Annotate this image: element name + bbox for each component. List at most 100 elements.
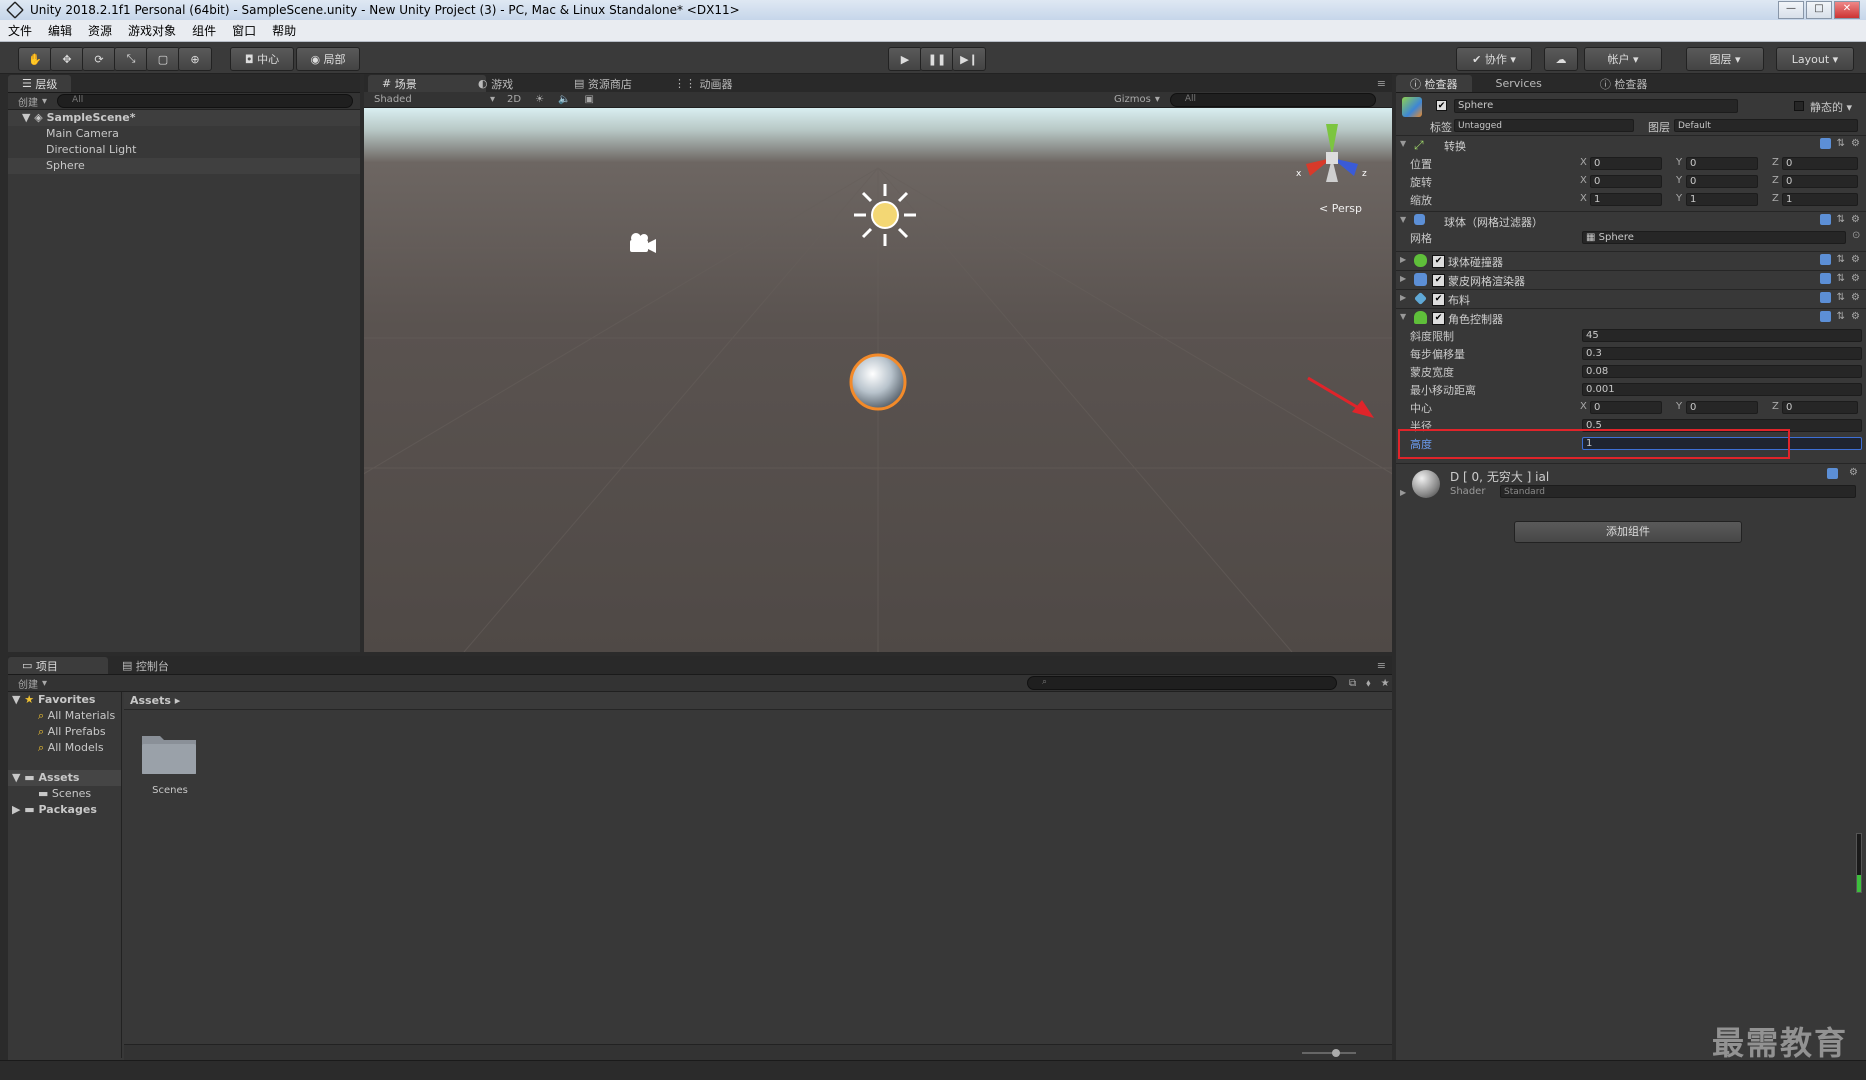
scale-z-field[interactable]: 1 [1782,193,1858,206]
tab-services[interactable]: Services [1482,75,1556,92]
position-x-field[interactable]: 0 [1590,157,1662,170]
packages-row[interactable]: ▶ ▬ Packages [8,802,121,818]
tab-project[interactable]: ▭ 项目 [8,657,108,674]
scale-tool-icon[interactable]: ⤡ [114,47,148,71]
panel-menu-icon[interactable]: ≡ [1377,77,1386,90]
scale-x-field[interactable]: 1 [1590,193,1662,206]
rect-tool-icon[interactable]: ▢ [146,47,180,71]
skinned-mesh-renderer-header[interactable]: ▶ ✔ 蒙皮网格渲染器 ⇅ ⚙ [1396,270,1866,289]
close-icon[interactable]: ✕ [1834,1,1860,19]
panel-menu-icon[interactable]: ≡ [1377,659,1386,672]
object-picker-icon[interactable]: ⊙ [1852,230,1860,241]
preset-icon[interactable]: ⇅ [1837,254,1845,265]
lighting-toggle-icon[interactable]: ☀ [535,94,544,105]
list-item[interactable]: ⌕ All Prefabs [8,724,121,740]
account-dropdown[interactable]: 帐户 ▾ [1584,47,1662,71]
gear-icon[interactable]: ⚙ [1849,467,1858,478]
help-book-icon[interactable] [1819,311,1831,322]
help-book-icon[interactable] [1819,273,1831,284]
list-item[interactable]: Directional Light [8,142,360,158]
shading-dropdown[interactable]: Shaded [374,94,484,105]
axis-gizmo[interactable]: x z [1292,118,1372,198]
directional-light-icon[interactable] [850,180,920,250]
breadcrumb[interactable]: Assets ▸ [124,692,1392,710]
object-name-input[interactable]: Sphere [1454,99,1738,113]
rotation-y-field[interactable]: 0 [1686,175,1758,188]
help-book-icon[interactable] [1819,254,1831,265]
move-tool-icon[interactable]: ✥ [50,47,84,71]
component-checkbox[interactable]: ✔ [1432,293,1445,306]
sphere-object[interactable] [846,350,910,414]
camera-icon[interactable] [626,232,658,256]
cloud-button[interactable]: ☁ [1544,47,1578,71]
tab-inspector[interactable]: ⓘ 检查器 [1396,75,1472,92]
menu-window[interactable]: 窗口 [224,22,264,39]
layers-dropdown[interactable]: 图层 ▾ [1686,47,1764,71]
help-book-icon[interactable] [1819,292,1831,303]
pivot-toggle-button[interactable]: ◘ 中心 [230,47,294,71]
help-book-icon[interactable] [1827,468,1838,482]
preset-icon[interactable]: ⇅ [1837,292,1845,303]
sphere-collider-header[interactable]: ▶ ✔ 球体碰撞器 ⇅ ⚙ [1396,251,1866,270]
maximize-icon[interactable]: □ [1806,1,1832,19]
component-checkbox[interactable]: ✔ [1432,312,1445,325]
favorites-row[interactable]: ▼ ★ Favorites [8,692,121,708]
component-checkbox[interactable]: ✔ [1432,274,1445,287]
mesh-filter-header[interactable]: ▼ 球体（网格过滤器） ⇅ ⚙ [1396,211,1866,230]
create-dropdown[interactable]: 创建 [8,676,38,691]
rotate-tool-icon[interactable]: ⟳ [82,47,116,71]
tab-inspector-2[interactable]: ⓘ 检查器 [1586,75,1662,92]
list-item[interactable]: Sphere [8,158,360,174]
assets-row[interactable]: ▼ ▬ Assets [8,770,121,786]
tab-asset-store[interactable]: ▤ 资源商店 [560,75,646,92]
play-button[interactable]: ▶ [888,47,922,71]
scene-search-input[interactable]: All [1169,92,1376,107]
menu-file[interactable]: 文件 [0,22,40,39]
center-x-field[interactable]: 0 [1590,401,1662,414]
minimize-icon[interactable]: — [1778,1,1804,19]
folder-item[interactable]: Scenes [140,728,200,804]
icon-size-slider[interactable] [1302,1049,1356,1057]
cloth-header[interactable]: ▶ ✔ 布料 ⇅ ⚙ [1396,289,1866,308]
gear-icon[interactable]: ⚙ [1851,254,1860,265]
list-item[interactable]: ⌕ All Models [8,740,121,756]
list-item[interactable]: Main Camera [8,126,360,142]
shader-dropdown[interactable]: Standard [1500,485,1856,498]
menu-help[interactable]: 帮助 [264,22,304,39]
static-checkbox[interactable] [1794,101,1804,111]
menu-component[interactable]: 组件 [184,22,224,39]
preset-icon[interactable]: ⇅ [1837,138,1845,149]
gear-icon[interactable]: ⚙ [1851,292,1860,303]
filter-type-icon[interactable]: ⧉ [1349,678,1356,689]
effects-toggle-icon[interactable]: ▣ [585,94,594,105]
tab-console[interactable]: ▤ 控制台 [108,657,183,674]
space-toggle-button[interactable]: ◉ 局部 [296,47,360,71]
mesh-object-field[interactable]: ▦ Sphere [1582,231,1846,244]
center-y-field[interactable]: 0 [1686,401,1758,414]
gear-icon[interactable]: ⚙ [1851,138,1860,149]
menu-gameobject[interactable]: 游戏对象 [120,22,184,39]
2d-toggle[interactable]: 2D [507,94,521,105]
expand-arrow-icon[interactable]: ▶ [1400,488,1406,497]
transform-header[interactable]: ▼ ⤢ 转换 ⇅ ⚙ [1396,135,1866,154]
step-button[interactable]: ▶❙ [952,47,986,71]
help-book-icon[interactable] [1819,214,1831,225]
position-z-field[interactable]: 0 [1782,157,1858,170]
help-book-icon[interactable] [1819,138,1831,149]
hand-tool-icon[interactable]: ✋ [18,47,52,71]
transform-tool-icon[interactable]: ⊕ [178,47,212,71]
collab-dropdown[interactable]: ✔ 协作 ▾ [1456,47,1532,71]
preset-icon[interactable]: ⇅ [1837,214,1845,225]
gear-icon[interactable]: ⚙ [1851,273,1860,284]
projection-label[interactable]: < Persp [1319,202,1362,215]
layout-dropdown[interactable]: Layout ▾ [1776,47,1854,71]
tab-hierarchy[interactable]: ☰ 层级 [8,75,72,92]
tab-animator[interactable]: ⋮⋮ 动画器 [660,75,747,92]
gear-icon[interactable]: ⚙ [1851,214,1860,225]
active-checkbox[interactable]: ✔ [1436,100,1447,111]
filter-label-icon[interactable]: ⬧ [1366,678,1371,689]
min-move-distance-field[interactable]: 0.001 [1582,383,1862,396]
project-search-input[interactable]: ⌕ [1027,676,1338,690]
rotation-z-field[interactable]: 0 [1782,175,1858,188]
gear-icon[interactable]: ⚙ [1851,311,1860,322]
